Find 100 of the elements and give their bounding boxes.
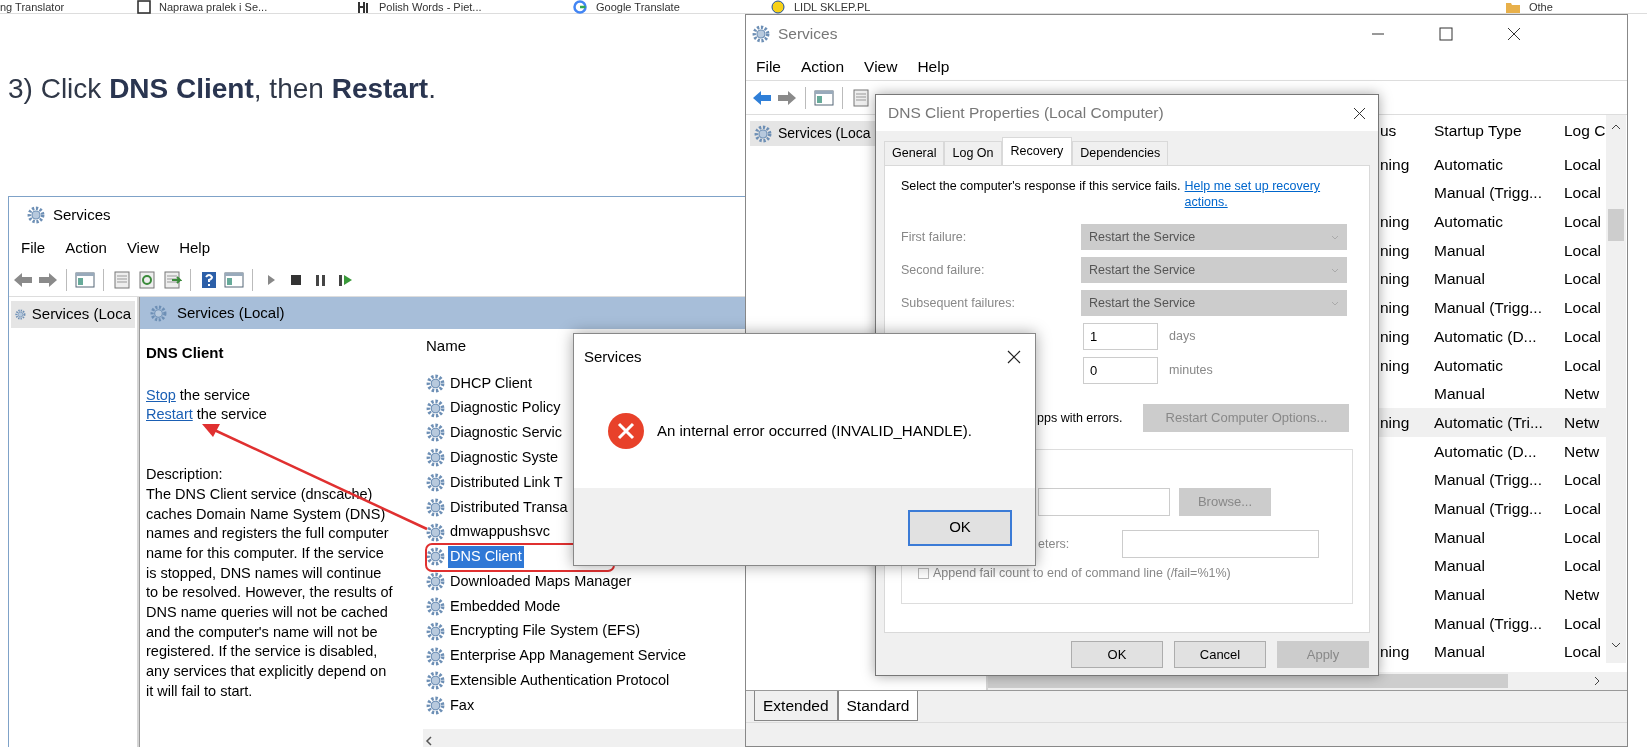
bookmark-link[interactable]: Google Translate <box>596 0 680 14</box>
bookmark-link[interactable]: Polish Words - Piet... <box>379 0 482 14</box>
table-cell-text: Automatic <box>1434 212 1504 233</box>
export-icon[interactable] <box>162 270 182 289</box>
view-icon[interactable] <box>224 270 244 289</box>
table-cell-text: Manual <box>1434 269 1486 290</box>
service-name[interactable]: Distributed Link T <box>448 471 565 494</box>
forward-icon[interactable] <box>38 270 58 289</box>
back-icon[interactable] <box>752 88 772 107</box>
parameters-field[interactable] <box>1122 530 1320 558</box>
tab[interactable]: Log On <box>944 141 1002 165</box>
bookmark-link[interactable]: LIDL SKLEP.PL <box>794 0 871 14</box>
close-icon[interactable] <box>1353 106 1366 120</box>
column-header[interactable]: us <box>1380 119 1434 143</box>
menu-item[interactable]: Help <box>169 236 220 260</box>
gear-icon <box>426 597 445 617</box>
bookmark-icon[interactable] <box>135 0 151 14</box>
console-tree-icon[interactable] <box>814 88 834 107</box>
scroll-thumb[interactable] <box>1608 209 1624 241</box>
tree-item-label[interactable]: Services (Loca <box>778 123 871 144</box>
scroll-down-icon[interactable] <box>1610 641 1622 649</box>
view-tab[interactable]: Standard <box>837 691 919 722</box>
column-header[interactable]: Startup Type <box>1434 119 1564 143</box>
refresh-icon[interactable] <box>137 270 157 289</box>
checkbox[interactable] <box>918 567 929 579</box>
tab[interactable]: Dependencies <box>1072 141 1169 165</box>
scrollbar[interactable] <box>423 729 745 747</box>
gear-icon <box>426 398 445 418</box>
menu-item[interactable]: File <box>746 54 791 79</box>
service-name[interactable]: DNS Client <box>448 546 524 568</box>
column-header[interactable]: Log C <box>1564 119 1606 143</box>
service-name[interactable]: Embedded Mode <box>448 595 563 618</box>
scroll-left-icon[interactable] <box>423 734 435 747</box>
gear-icon <box>426 373 445 393</box>
service-name[interactable]: dmwappushsvc <box>448 521 552 544</box>
forward-icon[interactable] <box>777 88 797 107</box>
tab[interactable]: General <box>884 141 945 165</box>
service-name[interactable]: Diagnostic Policy <box>448 397 563 420</box>
close-icon[interactable] <box>1507 27 1521 41</box>
service-name[interactable]: DHCP Client <box>448 372 534 395</box>
program-field[interactable] <box>1038 488 1170 516</box>
scrollbar[interactable] <box>1606 115 1626 663</box>
table-cell-text: Manual (Trigg... <box>1434 298 1543 319</box>
field-label: eters: <box>1038 535 1070 553</box>
close-icon[interactable] <box>1007 350 1021 364</box>
service-name[interactable]: Diagnostic Servic <box>448 422 564 444</box>
bookmark-link[interactable]: Othe <box>1529 0 1553 14</box>
view-tab[interactable]: Extended <box>754 691 838 722</box>
tab[interactable]: Recovery <box>1001 137 1073 165</box>
menu-item[interactable]: View <box>116 236 170 260</box>
menu-item[interactable]: Help <box>907 54 960 79</box>
menu-item[interactable]: File <box>11 236 56 260</box>
dialog-button[interactable]: Cancel <box>1174 641 1266 668</box>
service-name[interactable]: Encrypting File System (EFS) <box>448 620 643 643</box>
action-link[interactable]: Stop <box>146 385 176 406</box>
service-name[interactable]: Downloaded Maps Manager <box>448 570 634 593</box>
menu-item[interactable]: View <box>854 54 908 79</box>
column-header[interactable]: Name <box>426 335 466 357</box>
gear-icon <box>752 25 770 43</box>
table-cell-text: ning <box>1380 355 1411 376</box>
help-icon[interactable] <box>199 270 219 289</box>
chevron-icon <box>1331 234 1339 240</box>
service-name[interactable]: Extensible Authentication Protocol <box>448 670 672 692</box>
dialog-button[interactable]: OK <box>1071 641 1163 668</box>
dropdown-value: Restart the Service <box>1089 261 1196 279</box>
number-field[interactable]: 0 <box>1083 357 1158 384</box>
field-label: Second failure: <box>901 261 986 279</box>
table-cell-text: Local <box>1564 183 1603 204</box>
gear-icon <box>426 671 445 691</box>
menu-item[interactable]: Action <box>55 236 117 260</box>
error-message: An internal error occurred (INVALID_HANDLE). <box>657 420 972 441</box>
properties-icon[interactable] <box>851 88 871 107</box>
gear-icon <box>27 206 45 224</box>
console-tree-icon[interactable] <box>75 270 95 289</box>
service-name[interactable]: Enterprise App Management Service <box>448 645 689 668</box>
scroll-up-icon[interactable] <box>1610 123 1622 131</box>
dialog-title: Services <box>584 346 642 367</box>
gear-icon <box>754 124 772 143</box>
table-cell-text: Netw <box>1564 384 1601 405</box>
service-name[interactable]: Distributed Transa <box>448 496 570 519</box>
service-name[interactable]: Diagnostic Syste <box>448 446 560 469</box>
tree-item[interactable]: Services (Loca <box>11 301 135 328</box>
help-link[interactable]: Help me set up recovery actions. <box>1184 178 1335 210</box>
table-cell-text: Manual <box>1434 642 1486 663</box>
unit-label: days <box>1169 328 1196 346</box>
number-field[interactable]: 1 <box>1083 323 1158 350</box>
back-icon[interactable] <box>13 270 33 289</box>
bookmark-link[interactable]: Naprawa pralek i Se... <box>159 0 268 14</box>
menu-item[interactable]: Action <box>791 54 855 79</box>
properties-icon[interactable] <box>112 270 132 289</box>
service-name[interactable]: Fax <box>448 694 477 717</box>
bookmark-icon[interactable] <box>355 0 371 14</box>
tree-item-label[interactable]: Services (Loca <box>31 303 131 326</box>
ok-button[interactable]: OK <box>908 509 1012 546</box>
maximize-icon[interactable] <box>1439 27 1453 41</box>
table-cell-text: Manual (Trigg... <box>1434 470 1543 491</box>
action-link[interactable]: Restart <box>146 405 193 426</box>
scroll-right-icon[interactable] <box>1593 675 1601 687</box>
bookmark-icon[interactable] <box>770 0 786 14</box>
bookmark-link[interactable]: ng Translator <box>0 0 65 14</box>
